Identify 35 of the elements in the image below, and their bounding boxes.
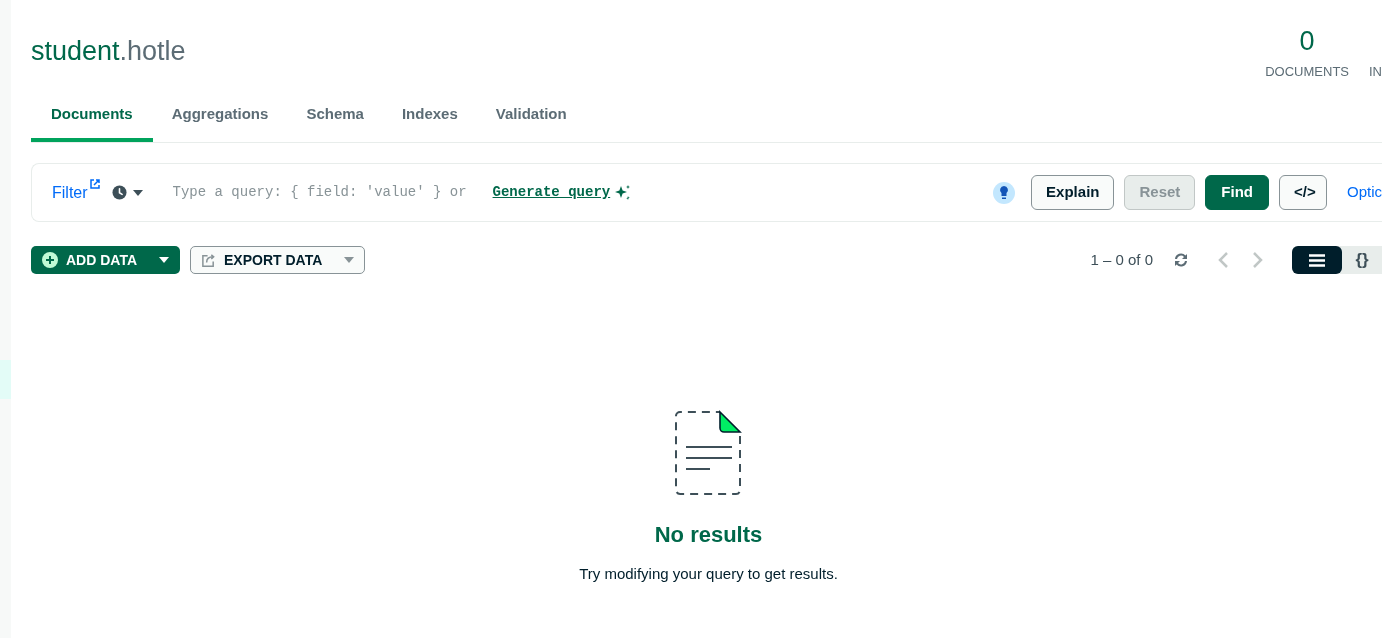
collection-title: student.hotle xyxy=(31,35,186,68)
empty-state-title: No results xyxy=(654,521,763,549)
empty-document-icon xyxy=(673,410,744,496)
tab[interactable]: Schema xyxy=(287,86,383,142)
tab[interactable]: Indexes xyxy=(382,86,477,142)
stat-label: IN xyxy=(1369,63,1382,81)
caret-icon xyxy=(344,257,354,263)
stat-value: 0 xyxy=(1299,26,1315,56)
sidebar-highlight xyxy=(0,360,11,399)
history-dropdown[interactable] xyxy=(111,185,143,200)
options-link[interactable]: Optic xyxy=(1347,181,1382,204)
refresh-icon[interactable] xyxy=(1172,251,1190,269)
tab[interactable]: Aggregations xyxy=(152,86,288,142)
list-view-button[interactable] xyxy=(1292,246,1342,274)
caret-icon xyxy=(159,257,169,263)
caret-icon xyxy=(132,189,143,196)
empty-state-message: Try modifying your query to get results. xyxy=(579,564,838,584)
plus-circle-icon xyxy=(42,252,58,268)
add-data-button[interactable]: ADD DATA xyxy=(31,246,180,274)
menu-icon xyxy=(1309,253,1325,267)
export-data-button[interactable]: EXPORT DATA xyxy=(190,246,365,274)
external-link-icon xyxy=(89,178,100,189)
pagination-text: 1 – 0 of 0 xyxy=(1090,249,1153,270)
query-input[interactable]: Type a query: { field: 'value' } or xyxy=(172,182,485,203)
lightbulb-icon[interactable] xyxy=(992,180,1017,205)
query-button[interactable]: Find xyxy=(1205,175,1269,210)
query-button[interactable]: Explain xyxy=(1031,175,1115,210)
stat-label: DOCUMENTS xyxy=(1265,63,1349,81)
code-view-button[interactable]: </> xyxy=(1279,175,1327,210)
generate-query-link[interactable]: Generate query xyxy=(492,182,611,203)
tab[interactable]: Documents xyxy=(31,86,153,142)
tab[interactable]: Validation xyxy=(476,86,586,142)
filter-link[interactable]: Filter xyxy=(52,180,100,205)
export-icon xyxy=(201,252,216,268)
clock-icon xyxy=(111,185,127,200)
